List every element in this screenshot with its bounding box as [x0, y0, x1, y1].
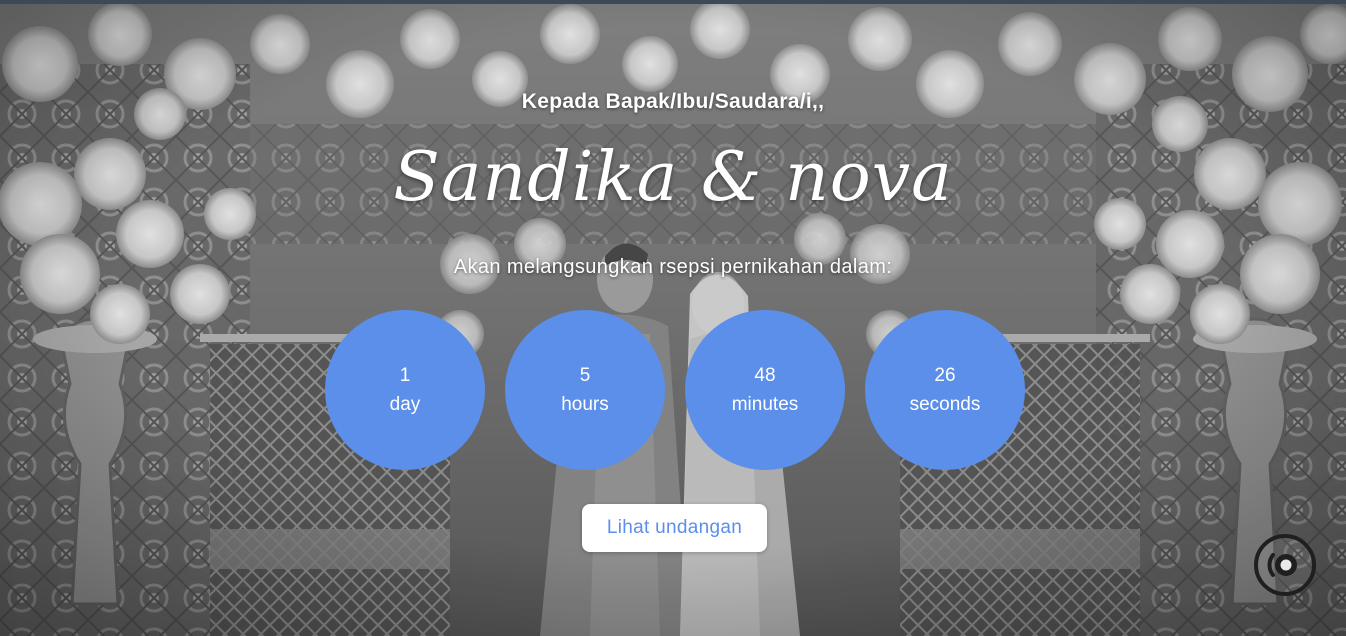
- countdown-minutes-value: 48: [754, 365, 776, 386]
- countdown-timer: 1 day 5 hours 48 minutes 26 seconds: [0, 310, 1346, 470]
- couple-names-title: Sandika & nova: [393, 138, 953, 217]
- countdown-seconds-unit: seconds: [909, 394, 981, 415]
- countdown-days-unit: day: [389, 394, 421, 415]
- countdown-seconds: 26 seconds: [865, 310, 1025, 470]
- countdown-days-value: 1: [399, 365, 411, 386]
- event-subtitle: Akan melangsungkan rsepsi pernikahan dal…: [453, 256, 893, 278]
- countdown-minutes-unit: minutes: [731, 394, 799, 415]
- view-invitation-button[interactable]: Lihat undangan: [582, 504, 767, 552]
- greeting-text: Kepada Bapak/Ibu/Saudara/i,,: [521, 90, 825, 113]
- countdown-days: 1 day: [325, 310, 485, 470]
- countdown-hours-unit: hours: [561, 394, 609, 415]
- audio-disc-icon: [1254, 534, 1316, 596]
- countdown-hours-value: 5: [579, 365, 591, 386]
- countdown-hours: 5 hours: [505, 310, 665, 470]
- hero-section: Kepada Bapak/Ibu/Saudara/i,, Sandika & n…: [0, 0, 1346, 636]
- countdown-minutes: 48 minutes: [685, 310, 845, 470]
- countdown-seconds-value: 26: [934, 365, 956, 386]
- music-toggle-button[interactable]: [1253, 533, 1317, 597]
